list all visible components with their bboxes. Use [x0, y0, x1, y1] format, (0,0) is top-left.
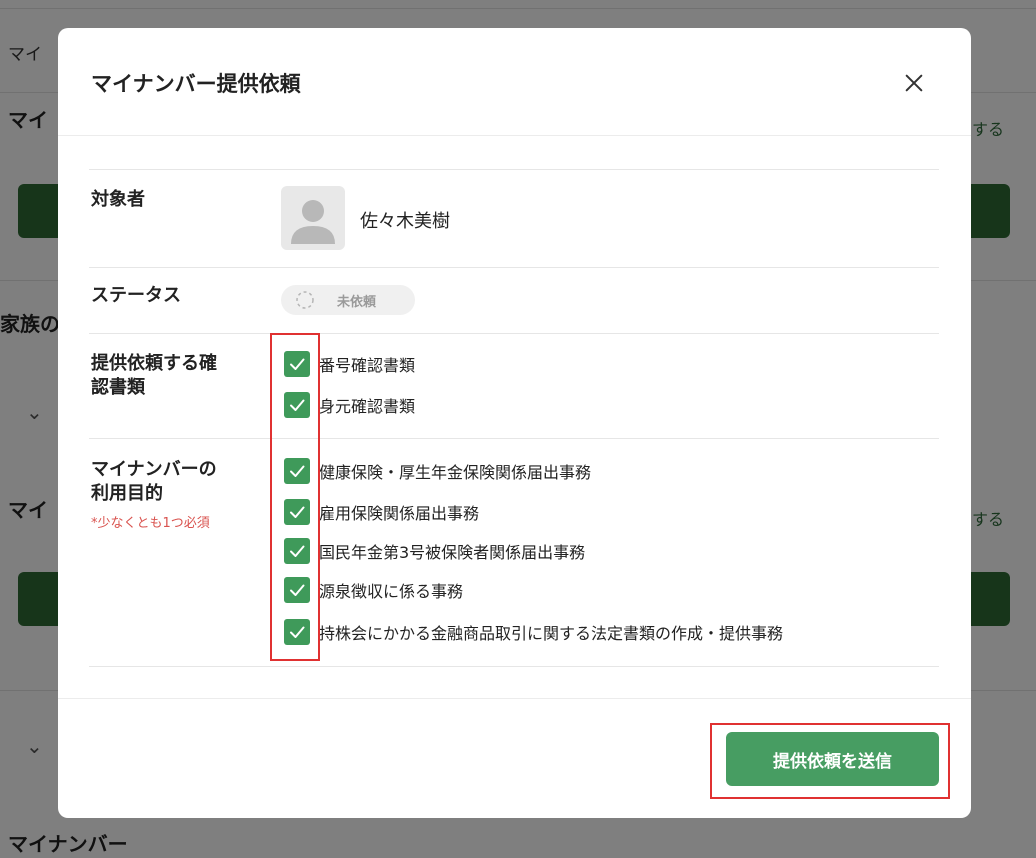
submit-highlight-box — [710, 723, 950, 799]
target-name: 佐々木美樹 — [360, 211, 450, 232]
documents-label: 提供依頼する確 認書類 — [91, 352, 217, 400]
dashed-circle-icon — [296, 291, 314, 309]
modal-title: マイナンバー提供依頼 — [91, 72, 301, 96]
row-divider — [89, 666, 939, 667]
documents-label-line2: 認書類 — [91, 377, 145, 398]
checkbox-row-health-insurance[interactable]: 健康保険・厚生年金保険関係届出事務 — [284, 457, 591, 485]
purpose-label-line1: マイナンバーの — [91, 459, 217, 480]
checkbox-label: 源泉徴収に係る事務 — [319, 582, 464, 601]
status-badge: 未依頼 — [281, 285, 415, 315]
close-icon — [905, 74, 923, 91]
purpose-label-line2: 利用目的 — [91, 483, 163, 504]
row-divider — [89, 438, 939, 439]
checkbox-row-national-pension[interactable]: 国民年金第3号被保険者関係届出事務 — [284, 537, 585, 565]
checkbox-label: 雇用保険関係届出事務 — [319, 504, 480, 523]
row-divider — [89, 169, 939, 170]
target-label: 対象者 — [91, 189, 145, 210]
row-divider — [89, 333, 939, 334]
checkbox-label: 持株会にかかる金融商品取引に関する法定書類の作成・提供事務 — [319, 624, 784, 643]
documents-label-line1: 提供依頼する確 — [91, 353, 217, 374]
modal-header: マイナンバー提供依頼 — [58, 28, 971, 136]
request-modal: マイナンバー提供依頼 対象者 佐々木美樹 ステータス 未依頼 提供依頼する確 認… — [58, 28, 971, 818]
status-label: ステータス — [91, 285, 181, 306]
checkbox-highlight-box — [270, 333, 320, 661]
close-button[interactable] — [896, 66, 932, 102]
purpose-label: マイナンバーの 利用目的 — [91, 458, 217, 506]
checkbox-row-stock-ownership[interactable]: 持株会にかかる金融商品取引に関する法定書類の作成・提供事務 — [284, 618, 783, 646]
checkbox-label: 身元確認書類 — [319, 397, 416, 416]
checkbox-label: 番号確認書類 — [319, 356, 416, 375]
person-icon — [291, 200, 335, 244]
checkbox-label: 健康保険・厚生年金保険関係届出事務 — [319, 463, 592, 482]
footer-divider — [58, 698, 971, 699]
row-divider — [89, 267, 939, 268]
avatar — [281, 186, 345, 250]
required-note: *少なくとも1つ必須 — [91, 516, 210, 531]
status-text: 未依頼 — [337, 295, 377, 310]
checkbox-label: 国民年金第3号被保険者関係届出事務 — [319, 543, 586, 562]
